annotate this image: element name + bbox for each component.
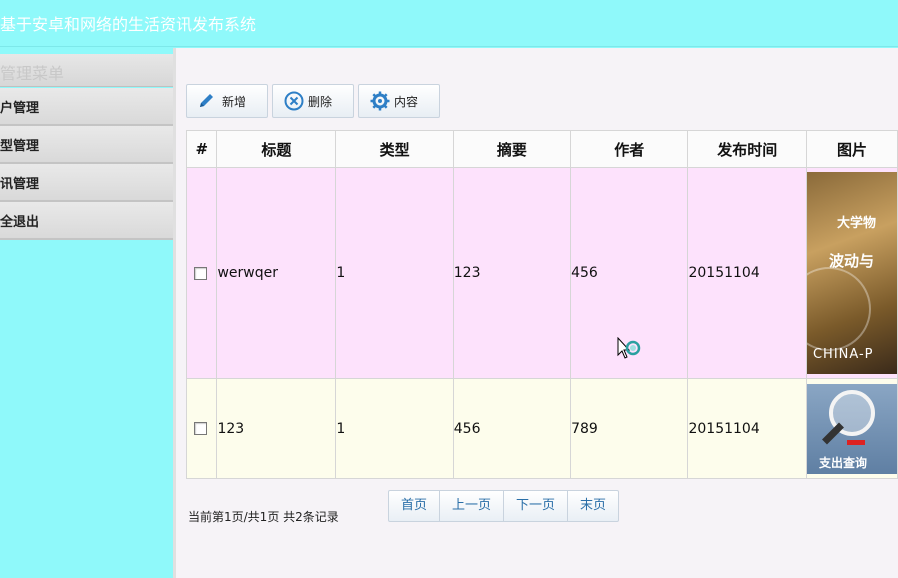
cell-title: 123 (216, 378, 337, 479)
content-button-label: 内容 (394, 95, 419, 109)
row-select-cell (185, 378, 218, 479)
pagination: 首页 上一页 下一页 末页 (388, 490, 619, 522)
book-title-line1: 大学物 (836, 216, 876, 231)
busy-cursor-icon (617, 337, 641, 359)
sidebar-item-label: 型管理 (0, 139, 40, 154)
sidebar-menu-header: 管理菜单 (0, 54, 173, 87)
cell-time: 20151104 (687, 378, 807, 479)
column-header-image: 图片 (805, 130, 898, 168)
column-header-title: 标题 (216, 130, 337, 168)
book-cover-image: 大学物 波动与 CHINA-P (807, 172, 897, 374)
pencil-icon (200, 94, 213, 107)
last-page-button[interactable]: 末页 (568, 491, 618, 521)
row-checkbox[interactable] (194, 266, 207, 280)
sidebar-item-label: 全退出 (0, 215, 40, 230)
table-row: werwqer 1 123 456 20151104 大学物 波动与 CHINA… (185, 167, 898, 379)
column-header-summary: 摘要 (452, 130, 572, 168)
cell-summary: 456 (452, 378, 572, 479)
cell-image: 大学物 波动与 CHINA-P (805, 167, 898, 379)
sidebar-item-label: 讯管理 (0, 177, 40, 192)
column-header-type: 类型 (335, 130, 454, 168)
query-thumbnail-image: 支出查询 (807, 383, 897, 474)
cell-image: 支出查询 (805, 378, 898, 479)
first-page-button[interactable]: 首页 (389, 491, 440, 521)
row-select-cell (185, 167, 218, 379)
pagination-info: 当前第1页/共1页 共2条记录 (188, 510, 339, 524)
next-page-button[interactable]: 下一页 (504, 491, 568, 521)
book-title-line2: 波动与 (828, 252, 874, 270)
sidebar-item-logout[interactable]: 全退出 (0, 202, 173, 240)
cell-type: 1 (335, 167, 454, 379)
sidebar-menu-title: 管理菜单 (0, 64, 65, 83)
minus-bar-graphic (846, 439, 865, 445)
main-content: 新增 删除 内容 # 标题 类型 摘要 作者 发布时间 图片 werwqer 1… (173, 48, 898, 578)
column-header-time: 发布时间 (687, 130, 807, 168)
row-checkbox[interactable] (194, 422, 207, 435)
sidebar-item-news-management[interactable]: 讯管理 (0, 164, 173, 202)
sidebar-item-label: 户管理 (0, 101, 40, 116)
sidebar: 管理菜单 户管理 型管理 讯管理 全退出 (0, 48, 173, 578)
cell-time: 20151104 (687, 167, 807, 379)
cell-author: 789 (570, 378, 689, 479)
column-header-author: 作者 (570, 130, 689, 168)
content-button[interactable]: 内容 (358, 84, 440, 118)
book-publisher-text: CHINA-P (812, 347, 874, 362)
thumbnail-caption: 支出查询 (818, 455, 867, 470)
header: 基于安卓和网络的生活资讯发布系统 (0, 0, 898, 47)
column-header-index: # (185, 130, 218, 168)
delete-button-label: 删除 (308, 95, 333, 109)
gear-icon (370, 91, 390, 111)
satellite-dish-graphic (807, 267, 871, 351)
circle-x-icon (284, 91, 304, 111)
add-button-label: 新增 (222, 95, 247, 109)
app-title: 基于安卓和网络的生活资讯发布系统 (0, 15, 257, 34)
cell-title: werwqer (216, 167, 337, 379)
news-table: # 标题 类型 摘要 作者 发布时间 图片 werwqer 1 123 456 … (185, 130, 898, 479)
cell-summary: 123 (452, 167, 572, 379)
sidebar-item-user-management[interactable]: 户管理 (0, 88, 173, 126)
delete-button[interactable]: 删除 (272, 84, 354, 118)
table-header-row: # 标题 类型 摘要 作者 发布时间 图片 (185, 130, 898, 168)
previous-page-button[interactable]: 上一页 (440, 491, 504, 521)
add-button[interactable]: 新增 (186, 84, 268, 118)
sidebar-item-type-management[interactable]: 型管理 (0, 126, 173, 164)
cell-type: 1 (335, 378, 454, 479)
table-row: 123 1 456 789 20151104 支出查询 (185, 378, 898, 479)
